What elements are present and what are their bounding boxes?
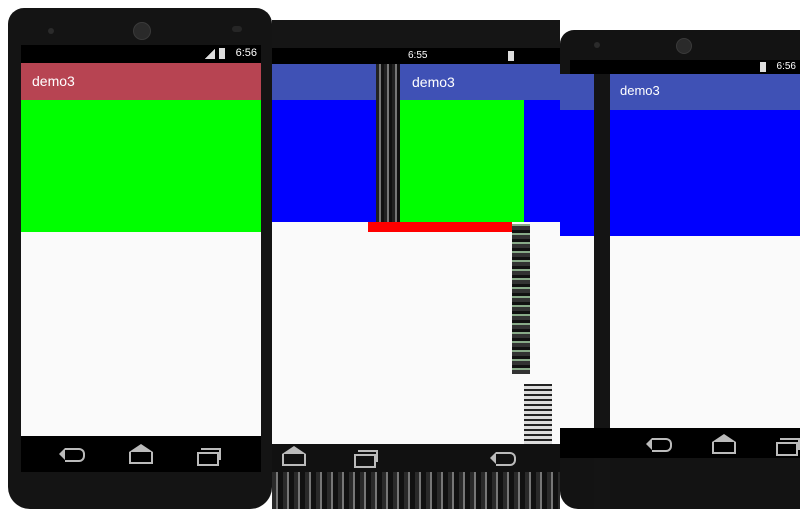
app-title: demo3	[32, 73, 75, 89]
app-title: demo3	[620, 83, 660, 98]
green-view	[21, 100, 261, 232]
render-artifact	[376, 64, 400, 222]
navigation-bar	[272, 444, 560, 472]
status-time: 6:56	[776, 61, 796, 72]
red-view	[368, 222, 512, 232]
back-icon[interactable]	[59, 448, 85, 462]
recent-apps-icon[interactable]	[197, 448, 221, 466]
back-icon[interactable]	[490, 452, 516, 466]
status-bar: 6:56	[21, 45, 261, 63]
render-artifact	[524, 384, 552, 444]
front-camera	[676, 38, 692, 54]
phone-frame-3: 6:56 demo3	[560, 30, 800, 509]
home-icon[interactable]	[129, 444, 153, 464]
status-bar: 6:55	[272, 48, 560, 64]
render-artifact	[512, 224, 530, 374]
back-icon[interactable]	[646, 438, 672, 452]
sensor-dot	[48, 28, 54, 34]
green-view	[398, 100, 524, 222]
navigation-bar	[21, 436, 261, 472]
phone-frame-1: 6:56 demo3	[8, 8, 272, 509]
battery-icon	[219, 48, 225, 59]
status-time: 6:55	[408, 50, 428, 61]
sensor-dot	[594, 42, 600, 48]
sensor-dot	[232, 26, 242, 32]
recent-apps-icon[interactable]	[776, 438, 800, 456]
screen-1: 6:56 demo3	[21, 45, 261, 472]
app-title: demo3	[412, 74, 455, 90]
render-artifact	[272, 472, 560, 509]
status-time: 6:56	[235, 47, 257, 59]
home-icon[interactable]	[712, 434, 736, 454]
front-camera	[133, 22, 151, 40]
screen-2: demo3	[272, 64, 560, 444]
recent-apps-icon[interactable]	[354, 450, 378, 468]
signal-icon	[205, 49, 215, 59]
battery-icon	[760, 62, 766, 72]
navigation-bar	[560, 428, 800, 458]
status-bar: 6:56	[570, 60, 800, 74]
app-toolbar: demo3	[272, 64, 560, 100]
phone-frame-2: 6:55 demo3	[272, 20, 560, 509]
app-toolbar: demo3	[21, 63, 261, 100]
home-icon[interactable]	[282, 446, 306, 466]
battery-icon	[508, 51, 514, 61]
